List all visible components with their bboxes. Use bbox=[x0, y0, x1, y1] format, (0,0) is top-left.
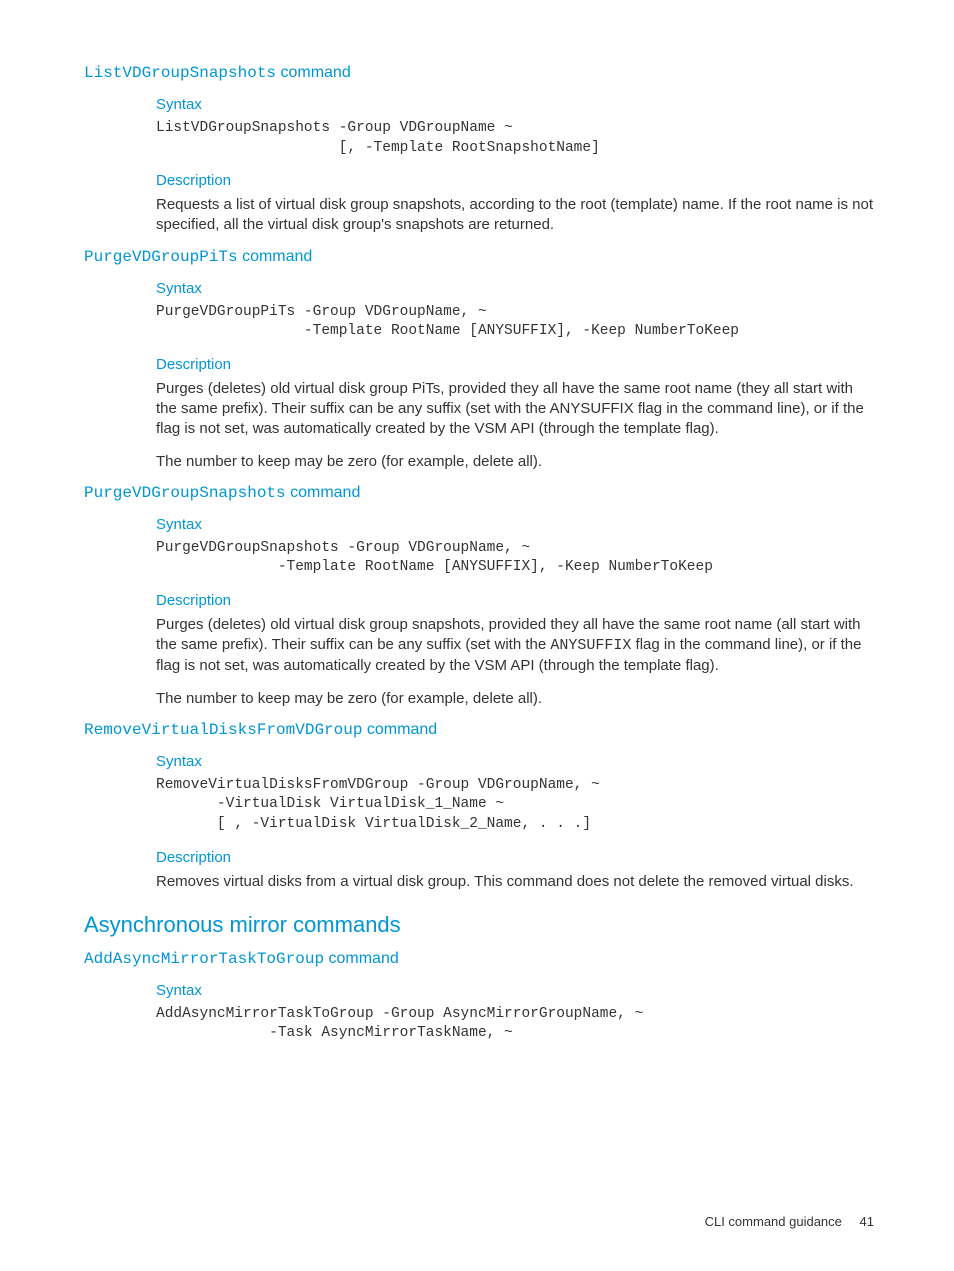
heading-tail: command bbox=[238, 248, 313, 265]
heading-purgevdgroupsnapshots: PurgeVDGroupSnapshots command bbox=[84, 484, 874, 502]
syntax-label: Syntax bbox=[156, 280, 874, 297]
description-label: Description bbox=[156, 592, 874, 609]
page: ListVDGroupSnapshots command Syntax List… bbox=[0, 0, 954, 1271]
block-s3: Syntax PurgeVDGroupSnapshots -Group VDGr… bbox=[156, 516, 874, 709]
heading-tail: command bbox=[286, 484, 361, 501]
code-block: PurgeVDGroupPiTs -Group VDGroupName, ~ -… bbox=[156, 303, 874, 342]
page-number: 41 bbox=[860, 1214, 874, 1229]
description-label: Description bbox=[156, 356, 874, 373]
description-label: Description bbox=[156, 849, 874, 866]
footer-text: CLI command guidance bbox=[705, 1214, 842, 1229]
section-heading-async-mirror: Asynchronous mirror commands bbox=[84, 912, 874, 938]
block-s5: Syntax AddAsyncMirrorTaskToGroup -Group … bbox=[156, 982, 874, 1044]
syntax-label: Syntax bbox=[156, 96, 874, 113]
heading-removevirtualdisksfromvdgroup: RemoveVirtualDisksFromVDGroup command bbox=[84, 721, 874, 739]
heading-listvdgroupsnapshots: ListVDGroupSnapshots command bbox=[84, 64, 874, 82]
heading-code: RemoveVirtualDisksFromVDGroup bbox=[84, 721, 362, 739]
block-s2: Syntax PurgeVDGroupPiTs -Group VDGroupNa… bbox=[156, 280, 874, 472]
inline-code: ANYSUFFIX bbox=[550, 637, 631, 654]
block-s4: Syntax RemoveVirtualDisksFromVDGroup -Gr… bbox=[156, 753, 874, 892]
description-text: Removes virtual disks from a virtual dis… bbox=[156, 872, 874, 892]
heading-purgevdgrouppits: PurgeVDGroupPiTs command bbox=[84, 248, 874, 266]
code-block: PurgeVDGroupSnapshots -Group VDGroupName… bbox=[156, 539, 874, 578]
heading-code: PurgeVDGroupSnapshots bbox=[84, 484, 286, 502]
description-text: Purges (deletes) old virtual disk group … bbox=[156, 615, 874, 677]
description-text-2: The number to keep may be zero (for exam… bbox=[156, 452, 874, 472]
code-block: RemoveVirtualDisksFromVDGroup -Group VDG… bbox=[156, 776, 874, 835]
syntax-label: Syntax bbox=[156, 516, 874, 533]
heading-tail: command bbox=[276, 64, 351, 81]
code-block: AddAsyncMirrorTaskToGroup -Group AsyncMi… bbox=[156, 1005, 874, 1044]
code-block: ListVDGroupSnapshots -Group VDGroupName … bbox=[156, 119, 874, 158]
description-label: Description bbox=[156, 172, 874, 189]
syntax-label: Syntax bbox=[156, 753, 874, 770]
description-text-2: The number to keep may be zero (for exam… bbox=[156, 689, 874, 709]
syntax-label: Syntax bbox=[156, 982, 874, 999]
heading-addasyncmirrortasktogroup: AddAsyncMirrorTaskToGroup command bbox=[84, 950, 874, 968]
page-footer: CLI command guidance 41 bbox=[705, 1214, 874, 1229]
heading-code: ListVDGroupSnapshots bbox=[84, 64, 276, 82]
description-text: Purges (deletes) old virtual disk group … bbox=[156, 379, 874, 440]
block-s1: Syntax ListVDGroupSnapshots -Group VDGro… bbox=[156, 96, 874, 236]
heading-code: PurgeVDGroupPiTs bbox=[84, 248, 238, 266]
description-text: Requests a list of virtual disk group sn… bbox=[156, 195, 874, 236]
heading-code: AddAsyncMirrorTaskToGroup bbox=[84, 950, 324, 968]
heading-tail: command bbox=[362, 721, 437, 738]
heading-tail: command bbox=[324, 950, 399, 967]
